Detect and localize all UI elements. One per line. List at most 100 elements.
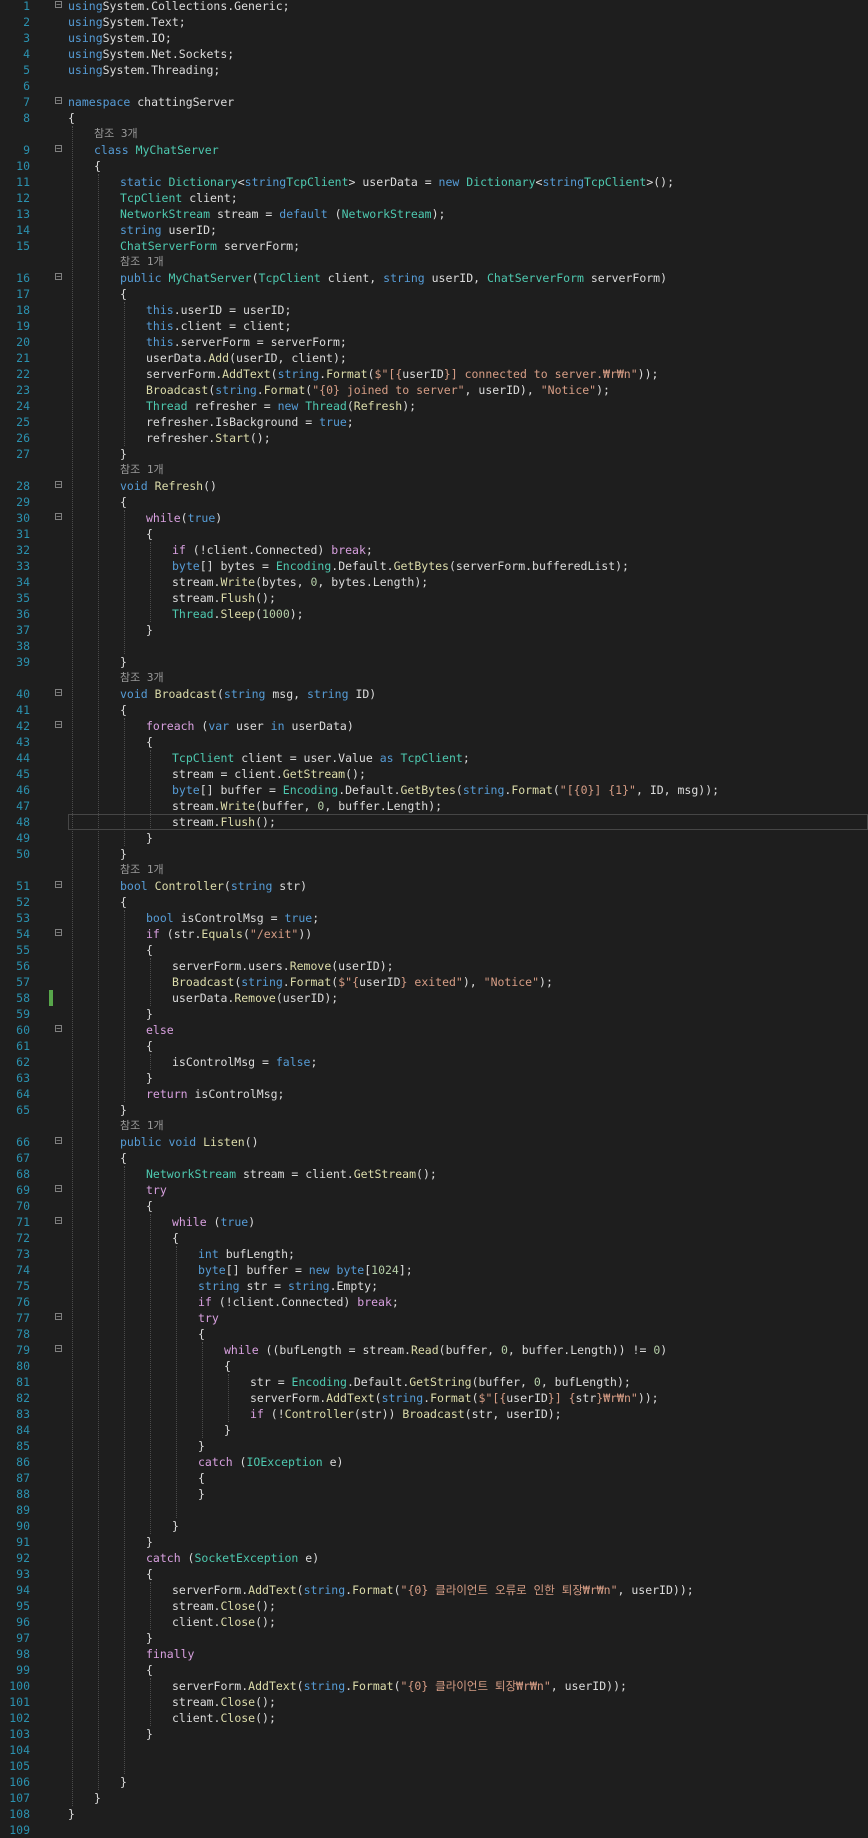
- code-line[interactable]: 28 − void Refresh(): [0, 478, 868, 494]
- code-line[interactable]: 103}: [0, 1726, 868, 1742]
- code-line[interactable]: 86 catch (IOException e): [0, 1454, 868, 1470]
- code-line[interactable]: 97}: [0, 1630, 868, 1646]
- code-line[interactable]: 95 stream.Close();: [0, 1598, 868, 1614]
- code-line[interactable]: 65}: [0, 1102, 868, 1118]
- collapse-toggle-icon[interactable]: −: [55, 513, 62, 521]
- code-line[interactable]: 34 stream.Write(bytes, 0, bytes.Length);: [0, 574, 868, 590]
- code-line[interactable]: 37}: [0, 622, 868, 638]
- code-line[interactable]: 40− void Broadcast(string msg, string ID): [0, 686, 868, 702]
- code-line[interactable]: 13 NetworkStream stream = default (Networ…: [0, 206, 868, 222]
- code-line[interactable]: 27}: [0, 446, 868, 462]
- code-line[interactable]: 51 − bool Controller(string str): [0, 878, 868, 894]
- code-line[interactable]: 6: [0, 78, 868, 94]
- codelens-label[interactable]: 참조 3개: [120, 670, 164, 686]
- code-line[interactable]: 104: [0, 1742, 868, 1758]
- code-line[interactable]: 78 {: [0, 1326, 868, 1342]
- code-line[interactable]: 12 TcpClient client;: [0, 190, 868, 206]
- codelens-references[interactable]: 참조 1개: [0, 862, 868, 878]
- code-line[interactable]: 109: [0, 1822, 868, 1838]
- code-line[interactable]: 57 Broadcast(string.Format($"{userID} exi…: [0, 974, 868, 990]
- code-line[interactable]: 30 − while(true): [0, 510, 868, 526]
- code-line[interactable]: 45 stream = client.GetStream();: [0, 766, 868, 782]
- code-line[interactable]: 46 byte[] buffer = Encoding.Default.GetBy…: [0, 782, 868, 798]
- code-line[interactable]: 66 − public void Listen(): [0, 1134, 868, 1150]
- code-line[interactable]: 92 catch (SocketException e): [0, 1550, 868, 1566]
- code-line[interactable]: 105: [0, 1758, 868, 1774]
- codelens-references[interactable]: 참조 1개: [0, 462, 868, 478]
- code-line[interactable]: 39}: [0, 654, 868, 670]
- code-line[interactable]: 49}: [0, 830, 868, 846]
- code-line[interactable]: 88}: [0, 1486, 868, 1502]
- code-line[interactable]: 90}: [0, 1518, 868, 1534]
- code-line[interactable]: 21 userData.Add(userID, client);: [0, 350, 868, 366]
- code-line[interactable]: 33 byte[] bytes = Encoding.Default.GetByt…: [0, 558, 868, 574]
- code-line[interactable]: 2 usingSystem.Text;: [0, 14, 868, 30]
- code-line[interactable]: 76 if (!client.Connected) break;: [0, 1294, 868, 1310]
- codelens-references[interactable]: 참조 1개: [0, 254, 868, 270]
- codelens-label[interactable]: 참조 1개: [120, 862, 164, 878]
- code-line[interactable]: 72 {: [0, 1230, 868, 1246]
- collapse-toggle-icon[interactable]: −: [55, 881, 62, 889]
- code-line[interactable]: 99 {: [0, 1662, 868, 1678]
- code-line[interactable]: 50}: [0, 846, 868, 862]
- collapse-toggle-icon[interactable]: −: [55, 1, 62, 9]
- code-line[interactable]: 52 {: [0, 894, 868, 910]
- code-line[interactable]: 42 − foreach (var user in userData): [0, 718, 868, 734]
- code-line[interactable]: 55 {: [0, 942, 868, 958]
- code-editor[interactable]: 1− usingSystem.Collections.Generic; 2 using…: [0, 0, 868, 1837]
- code-line[interactable]: 71 − while (true): [0, 1214, 868, 1230]
- code-line[interactable]: 106}: [0, 1774, 868, 1790]
- code-line[interactable]: 93 {: [0, 1566, 868, 1582]
- collapse-toggle-icon[interactable]: −: [55, 1185, 62, 1193]
- code-line[interactable]: 101 stream.Close();: [0, 1694, 868, 1710]
- code-line[interactable]: 89: [0, 1502, 868, 1518]
- code-line[interactable]: 29 {: [0, 494, 868, 510]
- code-line[interactable]: 7 − namespace chattingServer: [0, 94, 868, 110]
- code-line[interactable]: 79 − while ((bufLength = stream.Read(buffe…: [0, 1342, 868, 1358]
- collapse-toggle-icon[interactable]: −: [55, 1137, 62, 1145]
- code-line[interactable]: 36 Thread.Sleep(1000);: [0, 606, 868, 622]
- code-line[interactable]: 82 serverForm.AddText(string.Format($"[{u…: [0, 1390, 868, 1406]
- collapse-toggle-icon[interactable]: −: [55, 1025, 62, 1033]
- code-line[interactable]: 67 {: [0, 1150, 868, 1166]
- code-line[interactable]: 53 bool isControlMsg = true;: [0, 910, 868, 926]
- code-line[interactable]: 81 str = Encoding.Default.GetString(buffe…: [0, 1374, 868, 1390]
- code-line[interactable]: 43 {: [0, 734, 868, 750]
- code-line[interactable]: 94 serverForm.AddText(string.Format("{0} …: [0, 1582, 868, 1598]
- code-line[interactable]: 60 − else: [0, 1022, 868, 1038]
- code-line[interactable]: 77 − try: [0, 1310, 868, 1326]
- code-line[interactable]: 87 {: [0, 1470, 868, 1486]
- code-line[interactable]: 85}: [0, 1438, 868, 1454]
- collapse-toggle-icon[interactable]: −: [55, 145, 62, 153]
- code-line[interactable]: 23 Broadcast(string.Format("{0} joined to…: [0, 382, 868, 398]
- code-line[interactable]: 98 finally: [0, 1646, 868, 1662]
- code-line[interactable]: 62 isControlMsg = false;: [0, 1054, 868, 1070]
- code-line[interactable]: 14 string userID;: [0, 222, 868, 238]
- code-line[interactable]: 75 string str = string.Empty;: [0, 1278, 868, 1294]
- codelens-label[interactable]: 참조 1개: [120, 254, 164, 270]
- code-line[interactable]: 1 − usingSystem.Collections.Generic;: [0, 0, 868, 14]
- code-line[interactable]: 26 refresher.Start();: [0, 430, 868, 446]
- codelens-references[interactable]: 참조 1개: [0, 1118, 868, 1134]
- code-line[interactable]: 10 {: [0, 158, 868, 174]
- code-line[interactable]: 48 stream.Flush();: [0, 814, 868, 830]
- code-line[interactable]: 84}: [0, 1422, 868, 1438]
- collapse-toggle-icon[interactable]: −: [55, 97, 62, 105]
- code-line[interactable]: 38: [0, 638, 868, 654]
- code-line[interactable]: 108}: [0, 1806, 868, 1822]
- code-line[interactable]: 3 usingSystem.IO;: [0, 30, 868, 46]
- code-line[interactable]: 80 {: [0, 1358, 868, 1374]
- code-line[interactable]: 102 client.Close();: [0, 1710, 868, 1726]
- code-line[interactable]: 8{: [0, 110, 868, 126]
- collapse-toggle-icon[interactable]: −: [55, 273, 62, 281]
- code-line[interactable]: 47 stream.Write(buffer, 0, buffer.Length)…: [0, 798, 868, 814]
- code-line[interactable]: 17 {: [0, 286, 868, 302]
- code-line[interactable]: 41 {: [0, 702, 868, 718]
- codelens-references[interactable]: 참조 3개: [0, 670, 868, 686]
- code-line[interactable]: 5 usingSystem.Threading;: [0, 62, 868, 78]
- code-line[interactable]: 107}: [0, 1790, 868, 1806]
- code-line[interactable]: 4 usingSystem.Net.Sockets;: [0, 46, 868, 62]
- code-line[interactable]: 61 {: [0, 1038, 868, 1054]
- code-line[interactable]: 59}: [0, 1006, 868, 1022]
- code-line[interactable]: 58 userData.Remove(userID);: [0, 990, 868, 1006]
